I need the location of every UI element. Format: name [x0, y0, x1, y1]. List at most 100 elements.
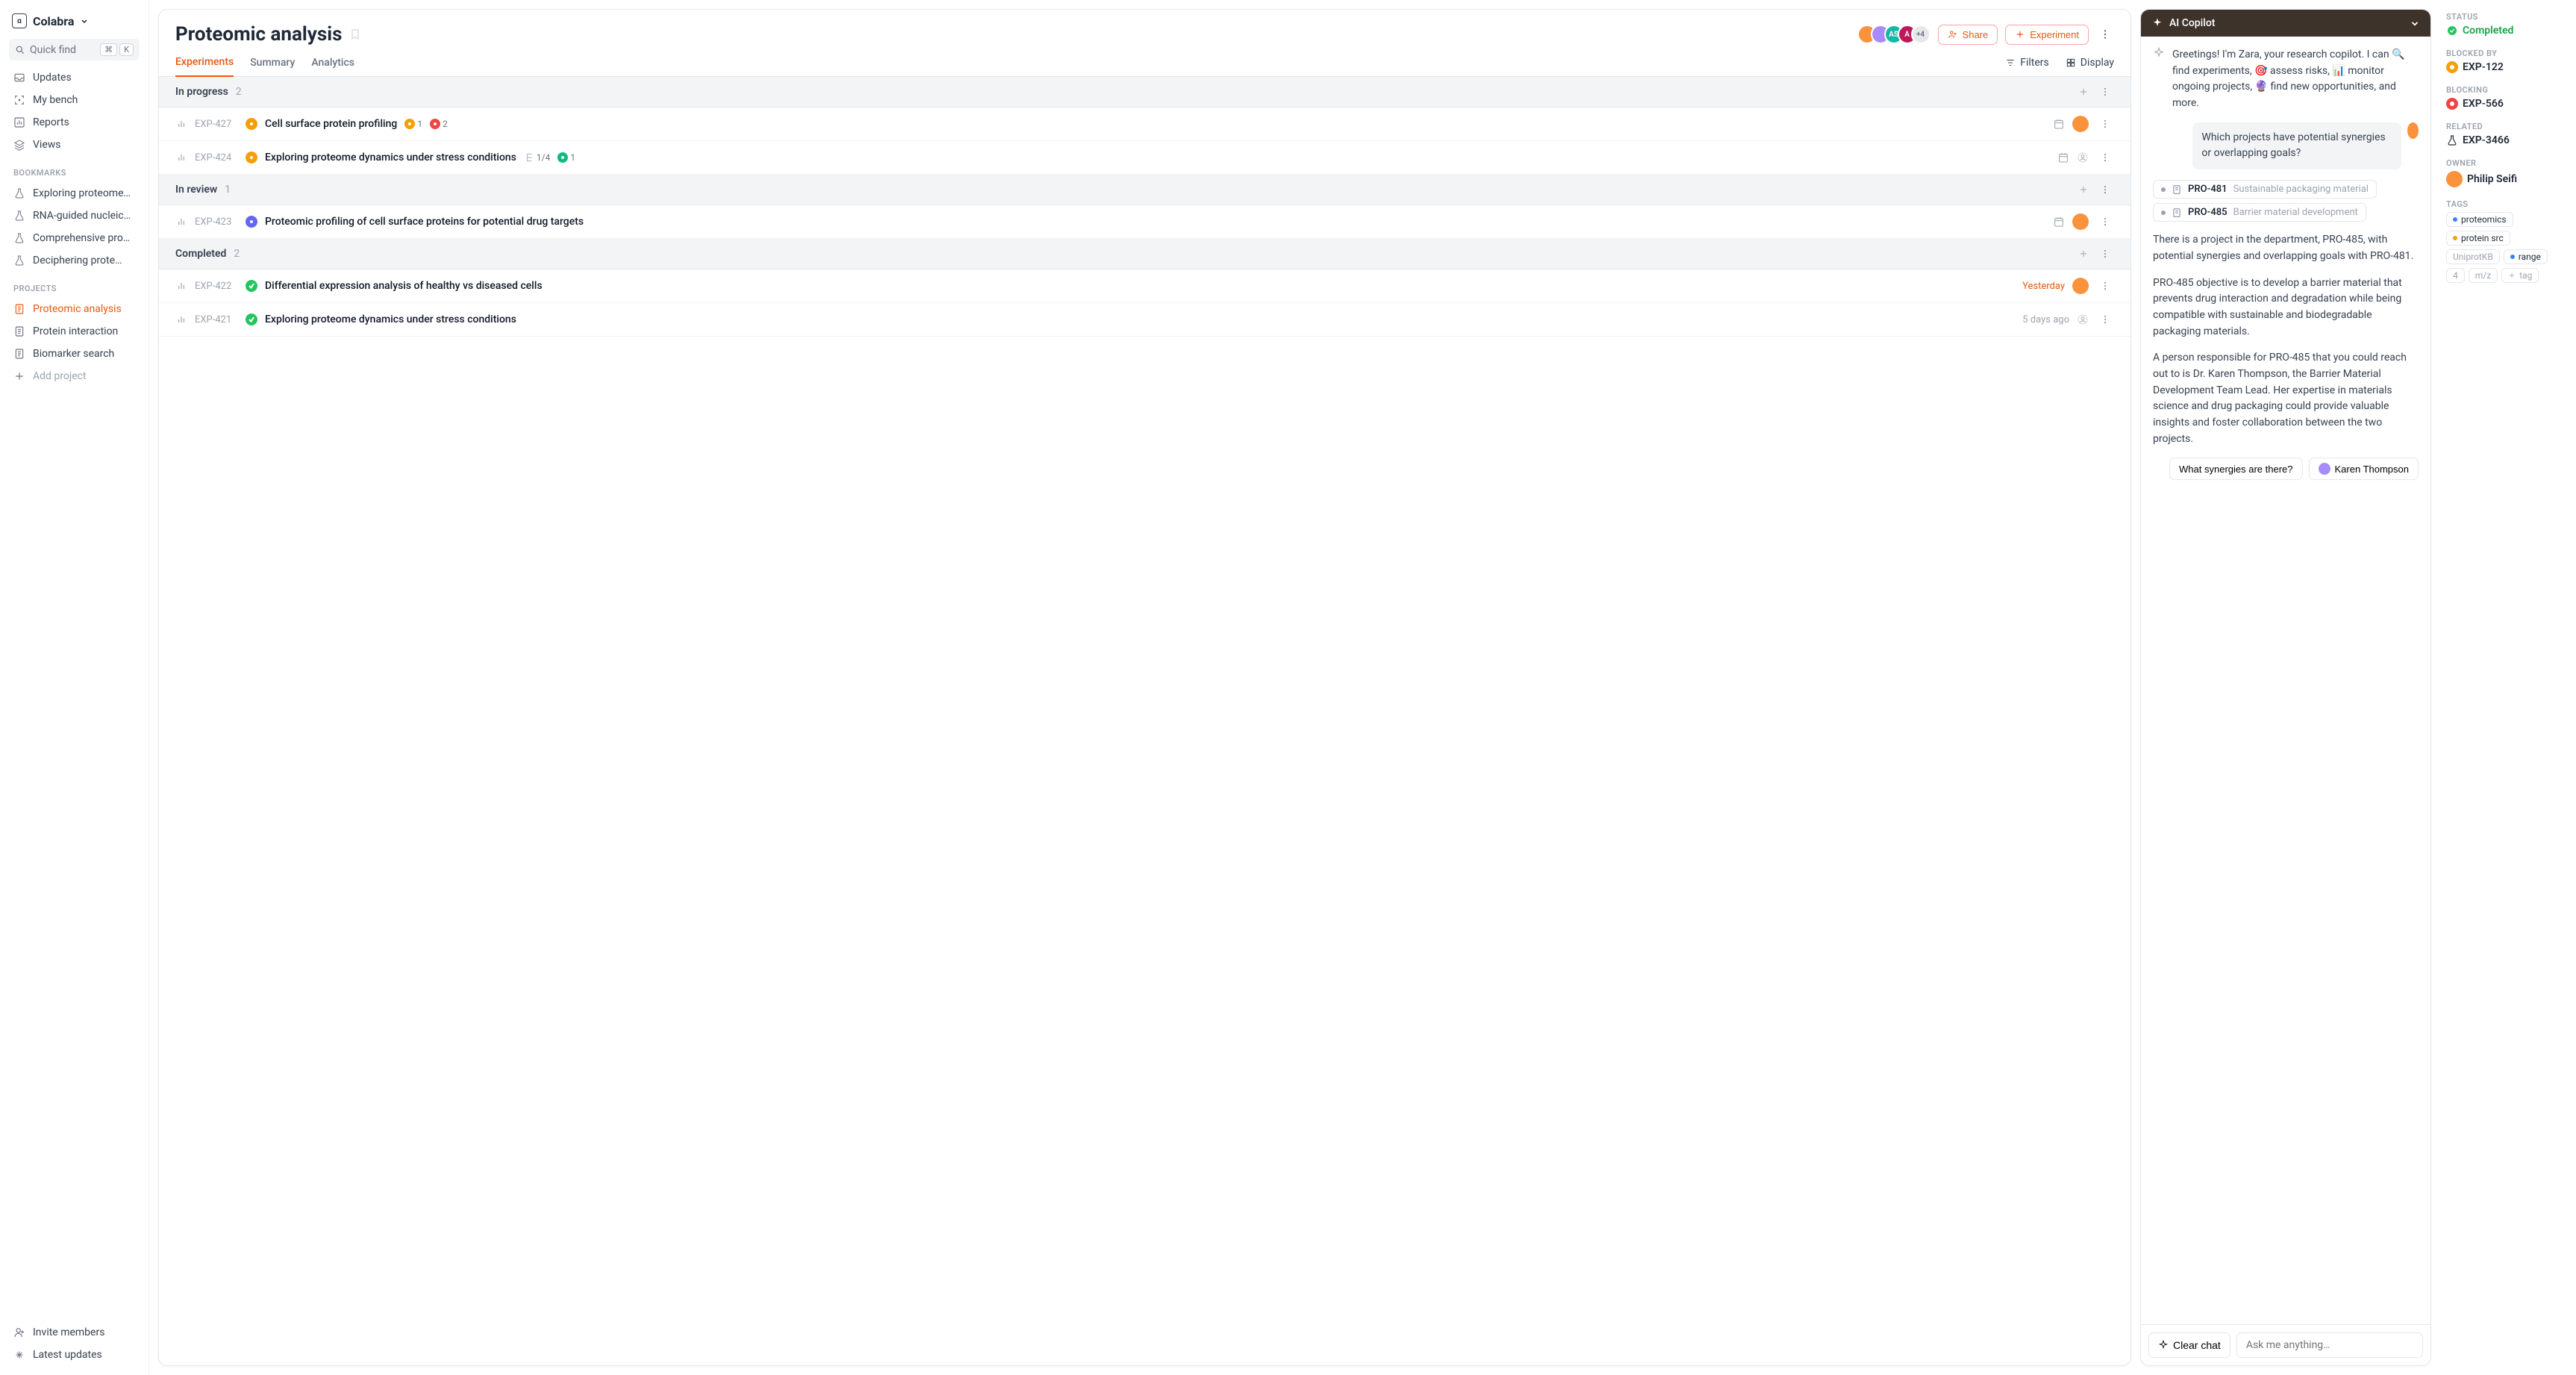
nav-updates[interactable]: Updates [6, 66, 143, 89]
status-dot-icon [246, 216, 257, 228]
owner-value[interactable]: Philip Seifi [2446, 171, 2561, 187]
row-more-button[interactable] [2096, 115, 2114, 133]
copilot-body: Greetings! I'm Zara, your research copil… [2141, 37, 2430, 1324]
page-title: Proteomic analysis [175, 23, 342, 46]
copilot-input[interactable] [2236, 1332, 2423, 1358]
experiment-id: EXP-422 [195, 281, 238, 292]
flask-icon [2446, 134, 2458, 146]
more-button[interactable] [2096, 25, 2114, 43]
suggestion-chip[interactable]: Karen Thompson [2309, 458, 2419, 480]
add-tag-button[interactable]: tag [2501, 268, 2539, 283]
group-header[interactable]: In progress2 [159, 77, 2130, 107]
experiment-row[interactable]: EXP-422Differential expression analysis … [159, 269, 2130, 303]
row-more-button[interactable] [2096, 149, 2114, 166]
related-value[interactable]: EXP-3466 [2446, 134, 2561, 146]
row-date: Yesterday [2022, 281, 2065, 292]
tab-analytics[interactable]: Analytics [311, 57, 354, 76]
bars-icon [175, 280, 187, 292]
row-more-button[interactable] [2096, 213, 2114, 231]
calendar-icon[interactable] [2057, 152, 2069, 163]
project-item-active[interactable]: Proteomic analysis [6, 298, 143, 320]
tag[interactable]: protein src [2446, 231, 2510, 246]
group-more-button[interactable] [2096, 83, 2114, 101]
experiment-list: In progress2EXP-427Cell surface protein … [159, 77, 2130, 337]
avatar-stack[interactable]: AS A +4 [1857, 25, 1931, 44]
project-item[interactable]: Biomarker search [6, 343, 143, 365]
add-row-button[interactable] [2078, 184, 2089, 195]
nav-mybench[interactable]: My bench [6, 89, 143, 111]
group-more-button[interactable] [2096, 245, 2114, 263]
bookmark-item[interactable]: Comprehensive pro… [6, 227, 143, 249]
copilot-greeting: Greetings! I'm Zara, your research copil… [2153, 47, 2419, 112]
assignee-empty-icon[interactable] [2077, 314, 2089, 325]
status-dot-icon [246, 280, 257, 292]
experiment-row[interactable]: EXP-424Exploring proteome dynamics under… [159, 141, 2130, 175]
tag-extra[interactable]: m/z [2469, 268, 2498, 283]
copilot-header[interactable]: AI Copilot [2141, 10, 2430, 37]
quick-find[interactable]: Quick find ⌘K [9, 39, 140, 60]
count-badge: 2 [430, 119, 448, 129]
add-row-button[interactable] [2078, 249, 2089, 259]
suggestions: What synergies are there? Karen Thompson [2153, 458, 2419, 480]
latest-updates[interactable]: Latest updates [6, 1344, 143, 1366]
project-item[interactable]: Protein interaction [6, 320, 143, 343]
filters-button[interactable]: Filters [2005, 57, 2049, 76]
display-button[interactable]: Display [2066, 57, 2114, 76]
assignee-empty-icon[interactable] [2077, 152, 2089, 163]
experiment-row[interactable]: EXP-423Proteomic profiling of cell surfa… [159, 205, 2130, 239]
assignee-avatar[interactable] [2072, 116, 2089, 132]
dot-icon [2161, 187, 2166, 192]
bookmark-icon[interactable] [349, 27, 361, 42]
project-chip[interactable]: PRO-485Barrier material development [2153, 203, 2366, 222]
assignee-avatar[interactable] [2072, 278, 2089, 294]
group-count: 1 [225, 184, 231, 196]
bookmark-item[interactable]: Deciphering prote… [6, 249, 143, 272]
row-more-button[interactable] [2096, 311, 2114, 328]
tab-summary[interactable]: Summary [250, 57, 295, 76]
clear-chat-button[interactable]: Clear chat [2148, 1332, 2230, 1358]
tag-dot-icon [2510, 255, 2515, 259]
workspace-switcher[interactable]: α Colabra [6, 9, 143, 33]
copilot-paragraph: A person responsible for PRO-485 that yo… [2153, 350, 2419, 447]
blocked-by-value[interactable]: EXP-122 [2446, 61, 2561, 73]
experiment-row[interactable]: EXP-427Cell surface protein profiling12 [159, 107, 2130, 141]
group-header[interactable]: Completed2 [159, 239, 2130, 269]
calendar-icon[interactable] [2053, 216, 2065, 228]
owner-label: OWNER [2446, 158, 2561, 168]
status-value[interactable]: Completed [2446, 25, 2561, 37]
tag[interactable]: proteomics [2446, 212, 2513, 227]
experiment-id: EXP-423 [195, 216, 238, 228]
layers-icon [13, 139, 25, 151]
group-count: 2 [236, 86, 242, 98]
add-row-button[interactable] [2078, 87, 2089, 97]
tab-experiments[interactable]: Experiments [175, 56, 234, 77]
focus-icon [13, 94, 25, 106]
experiment-title: Cell surface protein profiling [265, 118, 397, 130]
invite-members[interactable]: Invite members [6, 1321, 143, 1344]
project-chip[interactable]: PRO-481Sustainable packaging material [2153, 180, 2377, 199]
sparkle-icon [2158, 1340, 2169, 1350]
tag-extra[interactable]: UniprotKB [2446, 249, 2500, 264]
share-button[interactable]: Share [1938, 25, 1998, 45]
share-icon [1948, 29, 1958, 40]
status-dot-icon [246, 152, 257, 163]
suggestion-chip[interactable]: What synergies are there? [2169, 458, 2302, 480]
avatar-more: +4 [1911, 25, 1931, 44]
assignee-avatar[interactable] [2072, 213, 2089, 230]
row-more-button[interactable] [2096, 277, 2114, 295]
group-more-button[interactable] [2096, 181, 2114, 199]
calendar-icon[interactable] [2053, 118, 2065, 130]
blocking-value[interactable]: EXP-566 [2446, 98, 2561, 110]
bookmark-item[interactable]: RNA-guided nucleic… [6, 205, 143, 227]
tag[interactable]: range [2504, 249, 2548, 264]
experiment-row[interactable]: EXP-421Exploring proteome dynamics under… [159, 303, 2130, 337]
nav-reports[interactable]: Reports [6, 111, 143, 134]
new-experiment-button[interactable]: Experiment [2005, 25, 2089, 45]
bookmark-item[interactable]: Exploring proteome… [6, 182, 143, 205]
add-project[interactable]: Add project [6, 365, 143, 387]
nav-views[interactable]: Views [6, 134, 143, 156]
tags: proteomics protein src UniprotKB range 4 m/zt… [2446, 212, 2561, 283]
tag-extra[interactable]: 4 [2446, 268, 2465, 283]
badge-dot-icon [430, 119, 440, 129]
group-header[interactable]: In review1 [159, 175, 2130, 205]
